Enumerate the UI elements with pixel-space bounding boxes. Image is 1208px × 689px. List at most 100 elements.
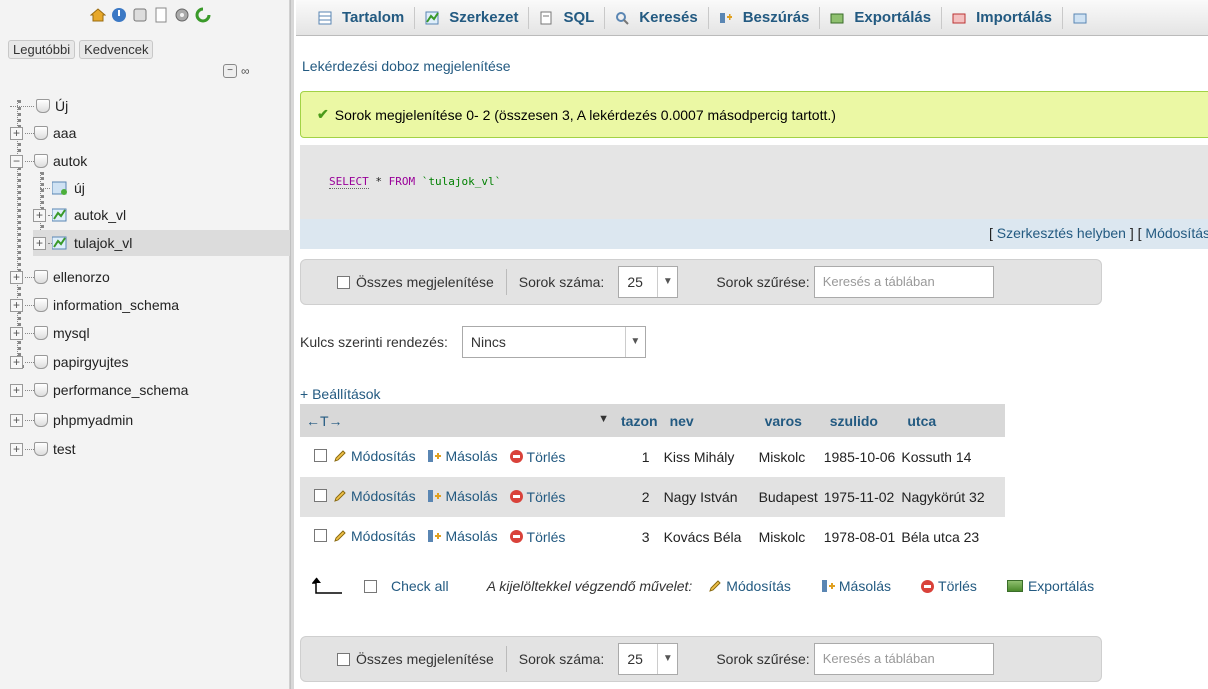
cell-varos[interactable]: Miskolc	[759, 437, 824, 477]
sort-toggle-icon[interactable]: ▼	[598, 413, 609, 425]
cell-szulido[interactable]: 1975-11-02	[823, 477, 902, 517]
check-all-checkbox[interactable]	[364, 579, 377, 593]
bulk-edit-button[interactable]: Módosítás	[708, 578, 791, 594]
rows-count-select[interactable]: 25 ▼	[618, 643, 679, 675]
tab-structure[interactable]: Szerkezet	[415, 6, 530, 29]
column-header-utca[interactable]: utca	[901, 404, 1006, 437]
show-query-box-link[interactable]: Lekérdezési doboz megjelenítése	[302, 58, 511, 74]
show-all-checkbox[interactable]	[337, 652, 350, 666]
edit-row-link[interactable]: Módosítás	[333, 528, 416, 544]
cell-szulido[interactable]: 1985-10-06	[824, 437, 902, 477]
tree-item-phpmyadmin[interactable]: + phpmyadmin	[10, 407, 133, 433]
row-checkbox[interactable]	[314, 489, 327, 502]
expand-icon[interactable]: +	[10, 326, 23, 340]
tree-item-label[interactable]: Új	[55, 98, 68, 114]
tree-item-label[interactable]: papirgyujtes	[53, 354, 129, 370]
column-header-nev[interactable]: nev	[663, 404, 759, 437]
sql-keyword[interactable]: SELECT	[329, 175, 369, 189]
rows-count-select[interactable]: 25 ▼	[618, 266, 679, 298]
row-checkbox[interactable]	[314, 529, 327, 542]
tree-item-label[interactable]: performance_schema	[53, 382, 188, 398]
tree-item-label[interactable]: tulajok_vl	[74, 235, 132, 251]
copy-row-link[interactable]: Másolás	[427, 488, 498, 504]
tab-insert[interactable]: Beszúrás	[709, 6, 821, 29]
show-all-label[interactable]: Összes megjelenítése	[356, 274, 494, 290]
logout-icon[interactable]	[111, 7, 127, 23]
filter-rows-input[interactable]: Keresés a táblában	[813, 643, 994, 675]
tab-browse[interactable]: Tartalom	[308, 6, 416, 29]
column-header-tazon[interactable]: tazon	[615, 404, 664, 437]
tree-item-test[interactable]: + test	[10, 436, 76, 462]
cell-utca[interactable]: Kossuth 14	[901, 437, 1005, 477]
tree-item-new-table[interactable]: új	[40, 175, 85, 201]
cell-szulido[interactable]: 1978-08-01	[824, 517, 902, 557]
tab-more[interactable]	[1063, 7, 1107, 29]
show-all-label[interactable]: Összes megjelenítése	[356, 651, 494, 667]
tree-item-label[interactable]: test	[53, 441, 76, 457]
expand-icon[interactable]: +	[10, 126, 23, 140]
home-icon[interactable]	[89, 7, 107, 23]
tree-item-autok[interactable]: − autok	[10, 148, 87, 174]
cell-varos[interactable]: Miskolc	[759, 517, 824, 557]
cell-tazon[interactable]: 1	[615, 437, 664, 477]
column-header-varos[interactable]: varos	[758, 404, 824, 437]
tree-item-label[interactable]: új	[74, 180, 85, 196]
tree-item-mysql[interactable]: + mysql	[10, 320, 90, 346]
column-arrows-icon[interactable]: ←T→	[306, 413, 343, 429]
options-link[interactable]: + Beállítások	[300, 386, 381, 402]
sort-by-key-select[interactable]: Nincs ▼	[461, 326, 646, 358]
delete-row-link[interactable]: Törlés	[509, 449, 565, 465]
tree-item-new-db[interactable]: Új	[10, 93, 68, 119]
tab-sql[interactable]: SQL	[529, 6, 606, 29]
bulk-copy-button[interactable]: Másolás	[821, 578, 891, 594]
show-all-checkbox[interactable]	[337, 275, 350, 289]
bulk-delete-button[interactable]: Törlés	[921, 578, 977, 594]
row-checkbox[interactable]	[314, 449, 327, 462]
tab-import[interactable]: Importálás	[942, 6, 1063, 29]
reload-icon[interactable]	[195, 7, 211, 23]
modify-query-link[interactable]: Módosítás	[1145, 225, 1208, 241]
docs-icon[interactable]	[153, 7, 169, 23]
tree-item-ellenorzo[interactable]: + ellenorzo	[10, 264, 110, 290]
tree-item-label[interactable]: phpmyadmin	[53, 412, 133, 428]
tree-item-tulajok-vl[interactable]: + tulajok_vl	[33, 230, 290, 256]
tree-item-autok-vl[interactable]: + autok_vl	[33, 202, 126, 228]
delete-row-link[interactable]: Törlés	[509, 529, 565, 545]
gear-icon[interactable]	[174, 7, 190, 23]
link-with-main-icon[interactable]: ∞	[241, 64, 250, 78]
tree-item-aaa[interactable]: + aaa	[10, 120, 76, 146]
expand-icon[interactable]: +	[33, 208, 46, 222]
collapse-icon[interactable]: −	[10, 154, 23, 168]
tree-item-papirgyujtes[interactable]: + papirgyujtes	[10, 349, 129, 375]
copy-row-link[interactable]: Másolás	[427, 528, 498, 544]
favorites-tab[interactable]: Kedvencek	[79, 40, 154, 59]
cell-utca[interactable]: Béla utca 23	[901, 517, 1005, 557]
delete-row-link[interactable]: Törlés	[509, 489, 565, 505]
tree-item-performance-schema[interactable]: + performance_schema	[10, 377, 188, 403]
tree-item-label[interactable]: ellenorzo	[53, 269, 110, 285]
cell-nev[interactable]: Nagy István	[663, 477, 759, 517]
tab-search[interactable]: Keresés	[605, 6, 709, 29]
expand-icon[interactable]: +	[10, 298, 23, 312]
expand-icon[interactable]: +	[10, 413, 23, 427]
edit-inline-link[interactable]: Szerkesztés helyben	[997, 225, 1126, 241]
filter-rows-input[interactable]: Keresés a táblában	[813, 266, 994, 298]
expand-icon[interactable]: +	[10, 442, 23, 456]
tree-item-label[interactable]: aaa	[53, 125, 76, 141]
check-all-link[interactable]: Check all	[391, 578, 449, 594]
expand-icon[interactable]: +	[10, 270, 23, 284]
tree-item-label[interactable]: autok_vl	[74, 207, 126, 223]
collapse-all-icon[interactable]: −	[223, 64, 237, 78]
cell-nev[interactable]: Kiss Mihály	[664, 437, 759, 477]
cell-nev[interactable]: Kovács Béla	[664, 517, 759, 557]
copy-row-link[interactable]: Másolás	[427, 448, 498, 464]
tab-export[interactable]: Exportálás	[820, 6, 943, 29]
tree-item-information-schema[interactable]: + information_schema	[10, 292, 179, 318]
tree-item-label[interactable]: mysql	[53, 325, 90, 341]
expand-icon[interactable]: +	[33, 236, 46, 250]
bulk-export-button[interactable]: Exportálás	[1006, 578, 1094, 594]
tree-item-label[interactable]: autok	[53, 153, 87, 169]
cell-utca[interactable]: Nagykörút 32	[901, 477, 1006, 517]
column-header-szulido[interactable]: szulido	[823, 404, 902, 437]
expand-icon[interactable]: +	[10, 355, 23, 369]
